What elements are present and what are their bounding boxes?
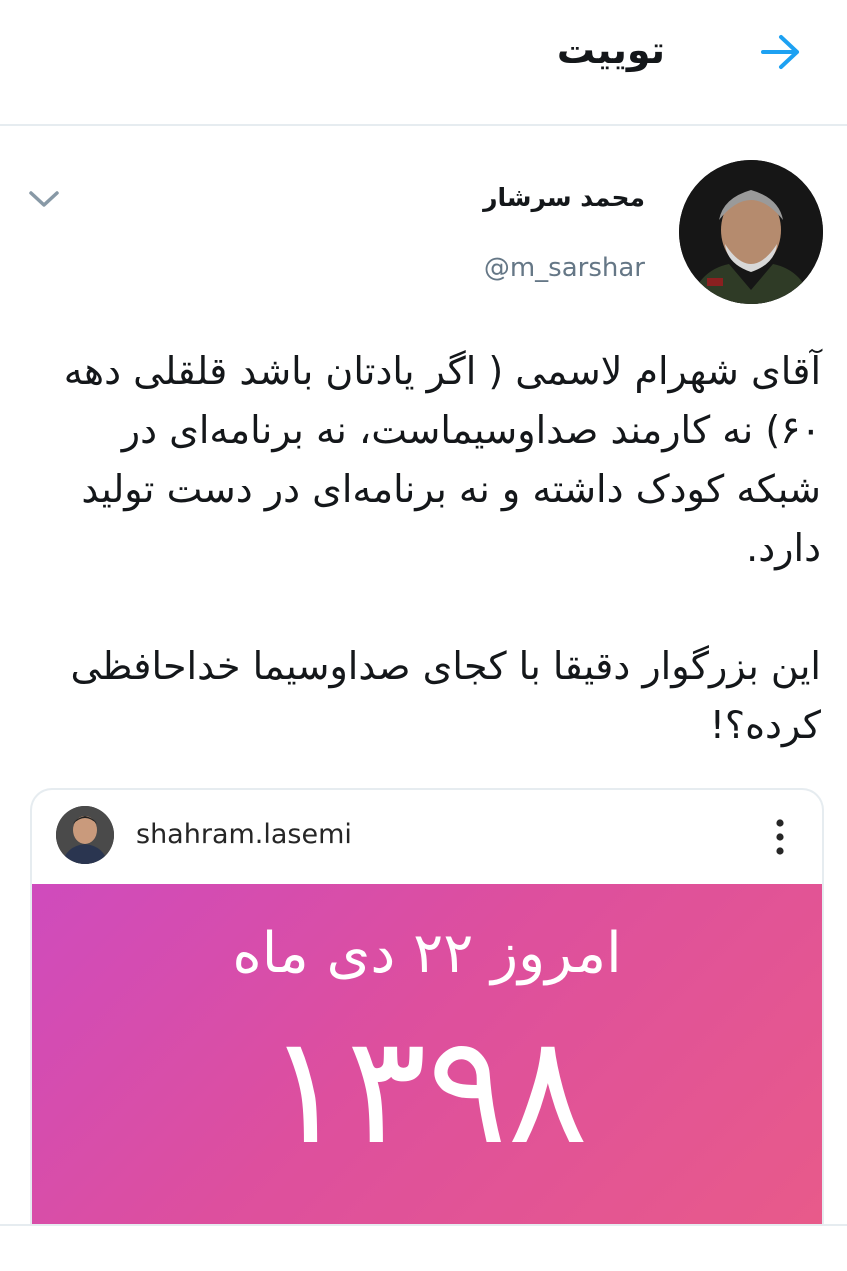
post-username[interactable]: shahram.lasemi	[136, 818, 352, 852]
page-title: توییت	[556, 28, 665, 72]
post-image-year-text: ۱۳۹۸	[265, 1004, 589, 1178]
embedded-post-card[interactable]: shahram.lasemi امروز ۲۲ دی ماه ۱۳۹۸	[30, 788, 824, 1226]
chevron-down-icon	[29, 191, 59, 207]
post-author-photo	[56, 806, 114, 864]
divider	[0, 1224, 847, 1226]
author-name[interactable]: محمد سرشار	[483, 180, 645, 216]
author-avatar[interactable]	[679, 160, 823, 304]
arrow-right-icon	[761, 35, 799, 69]
tweet-detail-screen: توییت محمد سرشار @m_sarshar آقای شهرام ل…	[0, 0, 847, 1271]
embedded-post-header: shahram.lasemi	[32, 790, 822, 884]
tweet-paragraph: آقای شهرام لاسمی ( اگر یادتان باشد قلقلی…	[63, 349, 821, 570]
more-vertical-icon	[776, 819, 784, 855]
tweet-text: آقای شهرام لاسمی ( اگر یادتان باشد قلقلی…	[26, 342, 821, 755]
post-image-date-text: امروز ۲۲ دی ماه	[232, 921, 622, 986]
back-button[interactable]	[757, 28, 805, 76]
tweet-menu-button[interactable]	[26, 184, 62, 214]
author-photo	[679, 160, 823, 304]
post-more-button[interactable]	[772, 816, 788, 858]
post-image[interactable]: امروز ۲۲ دی ماه ۱۳۹۸	[32, 884, 822, 1226]
post-author-avatar[interactable]	[56, 806, 114, 864]
tweet-paragraph: این بزرگوار دقیقا با کجای صداوسیما خداحا…	[70, 644, 821, 747]
top-bar: توییت	[0, 0, 847, 126]
author-handle[interactable]: @m_sarshar	[484, 250, 645, 286]
